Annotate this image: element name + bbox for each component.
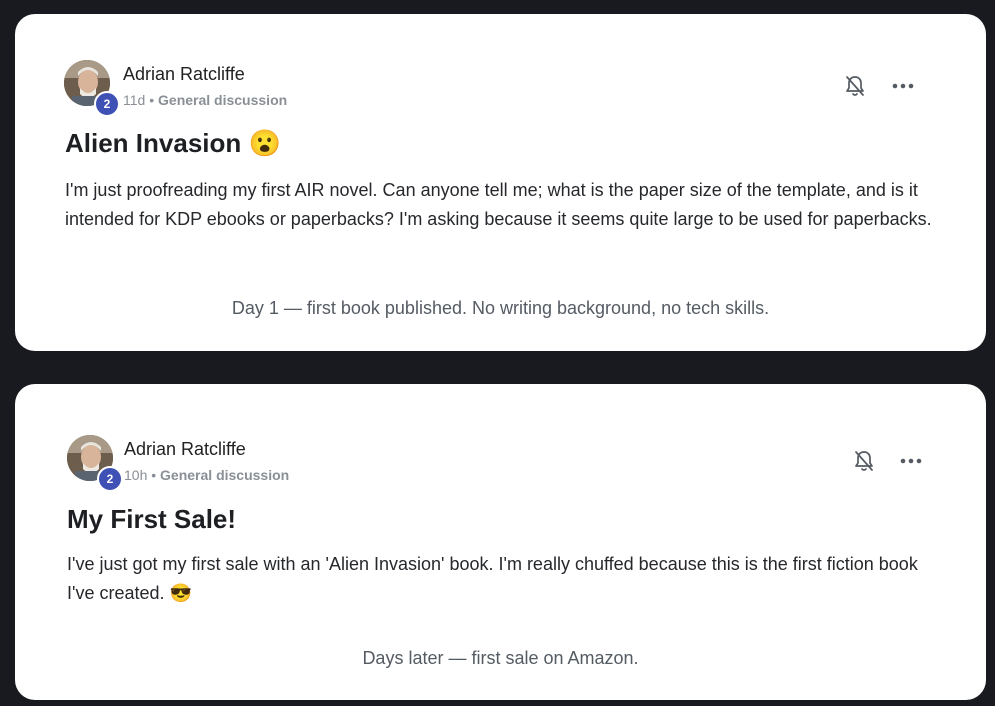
- post-card[interactable]: 2 Adrian Ratcliffe 10h • General discuss…: [15, 384, 986, 700]
- post-caption: Day 1 — first book published. No writing…: [231, 298, 770, 318]
- post-meta: 10h • General discussion: [124, 467, 289, 483]
- post-time: 10h: [124, 467, 148, 483]
- avatar[interactable]: 2: [67, 435, 123, 492]
- post-body: I'm just proofreading my first AIR novel…: [65, 180, 932, 229]
- post-body: I've just got my first sale with an 'Ali…: [67, 550, 947, 608]
- more-horizontal-icon[interactable]: [889, 72, 917, 100]
- post-category[interactable]: General discussion: [158, 92, 287, 108]
- post-card[interactable]: 2 Adrian Ratcliffe 11d • General discuss…: [15, 14, 986, 351]
- post-category[interactable]: General discussion: [160, 467, 289, 483]
- post-time: 11d: [123, 92, 146, 108]
- bell-off-icon[interactable]: [841, 72, 869, 100]
- meta-separator: •: [149, 92, 155, 108]
- post-caption: Days later — first sale on Amazon.: [362, 648, 639, 668]
- post-meta: 11d • General discussion: [123, 92, 287, 108]
- author-name[interactable]: Adrian Ratcliffe: [123, 64, 245, 85]
- meta-separator: •: [151, 467, 157, 483]
- post-title-text: Alien Invasion: [65, 128, 242, 158]
- sunglasses-emoji-icon: 😎: [169, 583, 192, 603]
- astonished-emoji-icon: 😮: [248, 128, 281, 158]
- more-horizontal-icon[interactable]: [897, 447, 925, 475]
- bell-off-icon[interactable]: [850, 447, 878, 475]
- author-name[interactable]: Adrian Ratcliffe: [124, 439, 246, 460]
- post-body-text: I've just got my first sale with an 'Ali…: [67, 554, 918, 603]
- post-title[interactable]: Alien Invasion 😮: [65, 128, 281, 159]
- level-badge: 2: [97, 466, 123, 492]
- avatar[interactable]: 2: [64, 60, 120, 117]
- post-title[interactable]: My First Sale!: [67, 504, 236, 535]
- level-badge: 2: [94, 91, 120, 117]
